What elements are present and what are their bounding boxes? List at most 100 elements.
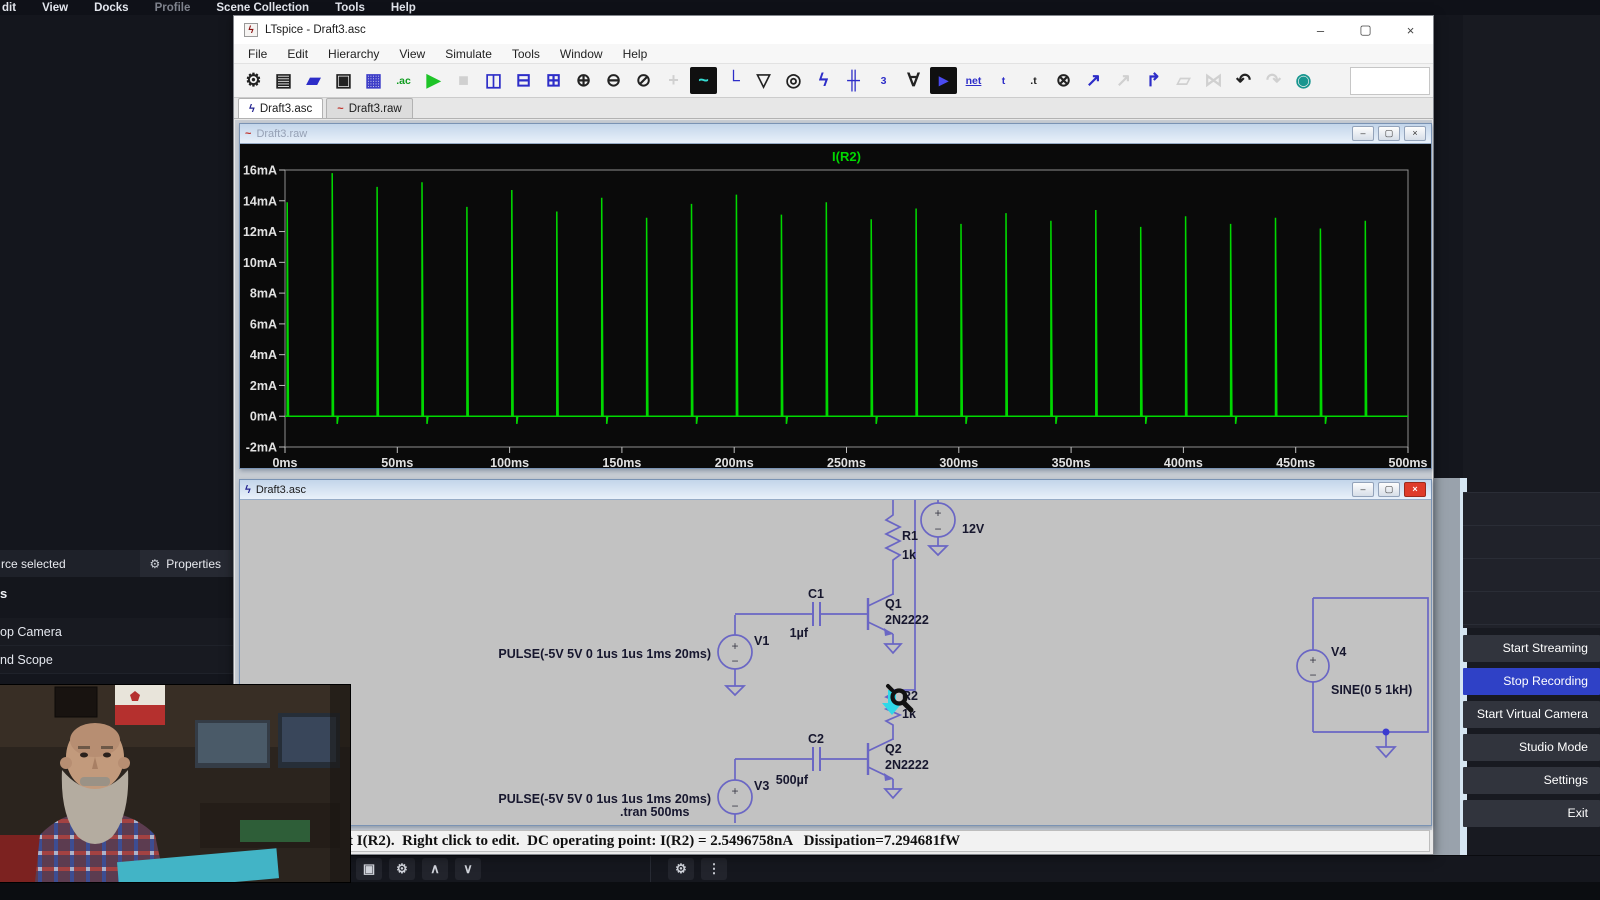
component-label[interactable]: C2 <box>808 732 824 746</box>
tab-draft3-asc[interactable]: ϟ Draft3.asc <box>238 98 323 118</box>
close-button[interactable]: × <box>1404 126 1426 141</box>
menu-tools[interactable]: Tools <box>335 2 365 14</box>
tile-vertical-icon[interactable]: ◫ <box>480 67 507 94</box>
paste-icon[interactable]: ▱ <box>1170 67 1197 94</box>
duplicate-source-icon[interactable]: ▣ <box>356 858 382 880</box>
current-trace[interactable] <box>285 173 1408 424</box>
waveform-window-title-bar[interactable]: ~ Draft3.raw – ▢ × <box>240 124 1431 144</box>
exit-button[interactable]: Exit <box>1463 800 1600 827</box>
voltage-source-12v[interactable]: + − 12V <box>921 503 985 555</box>
stop-recording-button[interactable]: Stop Recording <box>1463 668 1600 695</box>
component-value[interactable]: 1k <box>902 548 916 562</box>
minimize-button[interactable]: – <box>1352 482 1374 497</box>
kebab-menu-icon[interactable]: ⋮ <box>701 858 727 880</box>
transistor-q1[interactable]: Q1 2N2222 <box>868 594 929 653</box>
menu-scene-collection[interactable]: Scene Collection <box>216 2 309 14</box>
tile-horizontal-icon[interactable]: ⊟ <box>510 67 537 94</box>
component-value[interactable]: 2N2222 <box>885 613 929 627</box>
start-virtual-camera-button[interactable]: Start Virtual Camera <box>1463 701 1600 728</box>
component-value[interactable]: 12V <box>962 522 985 536</box>
draw-wire-icon[interactable]: └ <box>720 67 747 94</box>
drag-icon[interactable]: ↱ <box>1140 67 1167 94</box>
copy-icon[interactable]: ↗ <box>1110 67 1137 94</box>
component-label[interactable]: V4 <box>1331 645 1346 659</box>
component-value[interactable]: 2N2222 <box>885 758 929 772</box>
schematic-canvas[interactable]: R1 1k + − 12V C1 1µf <box>240 500 1431 825</box>
ltspice-title-bar[interactable]: ϟ LTspice - Draft3.asc – ▢ × <box>234 16 1433 44</box>
properties-button[interactable]: ⚙ Properties <box>140 550 233 577</box>
component-label[interactable]: V3 <box>754 779 769 793</box>
print-icon[interactable]: ▦ <box>360 67 387 94</box>
undo-icon[interactable]: ↶ <box>1230 67 1257 94</box>
component-value[interactable]: PULSE(-5V 5V 0 1us 1us 1ms 20ms) <box>498 647 711 661</box>
lt-menu-simulate[interactable]: Simulate <box>435 46 502 62</box>
component-label[interactable]: C1 <box>808 587 824 601</box>
component-label[interactable]: V1 <box>754 634 769 648</box>
waveform-plot[interactable]: 16mA14mA12mA10mA8mA6mA4mA2mA0mA-2mA0ms50… <box>240 144 1431 468</box>
resistor-r1[interactable]: R1 1k <box>886 512 918 570</box>
restore-button[interactable]: ▢ <box>1378 482 1400 497</box>
zoom-fit-icon[interactable]: ⊘ <box>630 67 657 94</box>
restore-button[interactable]: ▢ <box>1378 126 1400 141</box>
place-voltage-source-icon[interactable]: ◎ <box>780 67 807 94</box>
lt-menu-help[interactable]: Help <box>613 46 658 62</box>
wires[interactable] <box>735 500 1428 823</box>
studio-mode-button[interactable]: Studio Mode <box>1463 734 1600 761</box>
halt-simulation-icon[interactable]: ■ <box>450 67 477 94</box>
control-panel-icon[interactable]: ⚙ <box>240 67 267 94</box>
component-value[interactable]: 1µf <box>790 626 809 640</box>
move-icon[interactable]: ↗ <box>1080 67 1107 94</box>
minimize-button[interactable]: – <box>1298 16 1343 44</box>
move-source-up-icon[interactable]: ∧ <box>422 858 448 880</box>
cascade-windows-icon[interactable]: ⊞ <box>540 67 567 94</box>
component-label[interactable]: R1 <box>902 529 918 543</box>
open-file-icon[interactable]: ▰ <box>300 67 327 94</box>
trace-legend[interactable]: I(R2) <box>832 149 861 164</box>
source-item-op-camera[interactable]: op Camera <box>0 618 233 646</box>
component-label[interactable]: Q1 <box>885 597 902 611</box>
new-schematic-icon[interactable]: ▤ <box>270 67 297 94</box>
ac-analysis-icon[interactable]: .ac <box>390 67 417 94</box>
zoom-in-icon[interactable]: ⊕ <box>570 67 597 94</box>
waveform-viewer-icon[interactable]: ~ <box>690 67 717 94</box>
place-resistor-icon[interactable]: ϟ <box>810 67 837 94</box>
toolbar-search-box[interactable] <box>1350 67 1430 95</box>
move-source-down-icon[interactable]: ∨ <box>455 858 481 880</box>
source-item-nd-scope[interactable]: nd Scope <box>0 646 233 674</box>
place-diode-icon[interactable]: ∀ <box>900 67 927 94</box>
mirror-icon[interactable]: ⋈ <box>1200 67 1227 94</box>
place-text-icon[interactable]: t <box>990 67 1017 94</box>
schematic-window-title-bar[interactable]: ϟ Draft3.asc – ▢ × <box>240 480 1431 500</box>
lt-menu-window[interactable]: Window <box>550 46 613 62</box>
spice-directive-icon[interactable]: .t <box>1020 67 1047 94</box>
redo-icon[interactable]: ↷ <box>1260 67 1287 94</box>
pan-icon[interactable]: + <box>660 67 687 94</box>
source-settings-gear-icon[interactable]: ⚙ <box>389 858 415 880</box>
menu-view[interactable]: View <box>42 2 68 14</box>
tab-draft3-raw[interactable]: ~ Draft3.raw <box>326 98 412 118</box>
menu-help[interactable]: Help <box>391 2 416 14</box>
close-button[interactable]: × <box>1404 482 1426 497</box>
voltage-source-v4[interactable]: + − V4 SINE(0 5 1kH) <box>1297 645 1412 757</box>
menu-docks[interactable]: Docks <box>94 2 129 14</box>
lt-menu-file[interactable]: File <box>238 46 277 62</box>
place-net-label-icon[interactable]: net <box>960 67 987 94</box>
place-component-icon[interactable]: ▸ <box>930 67 957 94</box>
close-button[interactable]: × <box>1388 16 1433 44</box>
menu-edit-partial[interactable]: dit <box>2 2 16 14</box>
delete-icon[interactable]: ⊗ <box>1050 67 1077 94</box>
lt-menu-edit[interactable]: Edit <box>277 46 318 62</box>
maximize-button[interactable]: ▢ <box>1343 16 1388 44</box>
component-value[interactable]: SINE(0 5 1kH) <box>1331 683 1412 697</box>
transistor-q2[interactable]: Q2 2N2222 <box>868 739 929 798</box>
find-icon[interactable]: ◉ <box>1290 67 1317 94</box>
voltage-source-v1[interactable]: + − V1 PULSE(-5V 5V 0 1us 1us 1ms 20ms) <box>498 634 769 695</box>
component-value[interactable]: PULSE(-5V 5V 0 1us 1us 1ms 20ms) <box>498 792 711 806</box>
minimize-button[interactable]: – <box>1352 126 1374 141</box>
lt-menu-view[interactable]: View <box>389 46 435 62</box>
settings-button[interactable]: Settings <box>1463 767 1600 794</box>
place-inductor-icon[interactable]: 3 <box>870 67 897 94</box>
zoom-out-icon[interactable]: ⊖ <box>600 67 627 94</box>
component-label[interactable]: Q2 <box>885 742 902 756</box>
run-simulation-icon[interactable]: ▶ <box>420 67 447 94</box>
